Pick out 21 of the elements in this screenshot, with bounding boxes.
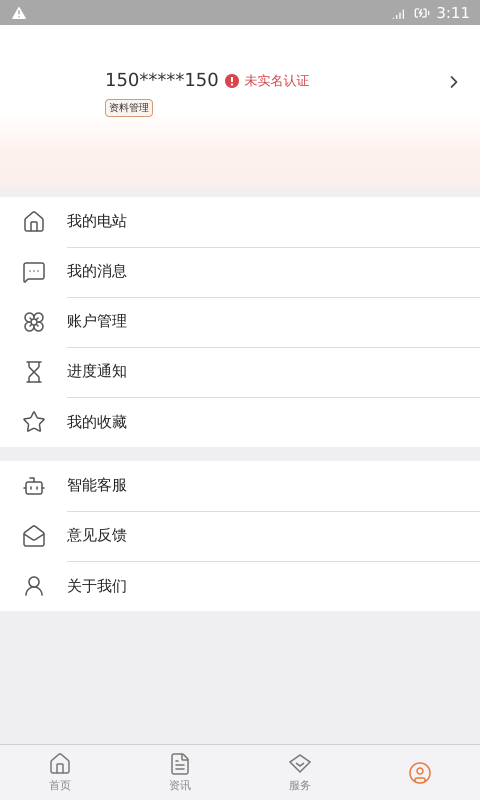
envelope-icon [22,524,46,548]
menu-item[interactable]: 账户管理 [67,312,127,331]
menu-item[interactable]: 我的电站 [67,212,127,231]
profile-tag[interactable]: 资料管理 [105,99,153,117]
house-icon [22,210,46,234]
menu-item[interactable]: 我的消息 [67,262,127,281]
chat-bubble-icon [22,260,46,284]
alert-icon [224,74,239,88]
menu-item[interactable]: 关于我们 [67,576,127,596]
user-icon [408,760,432,784]
menu-item[interactable]: 意见反馈 [67,526,127,545]
phone-number: 150*****150 [105,70,219,91]
menu-item[interactable]: 我的收藏 [67,412,127,432]
diamond-icon [288,752,312,776]
flower-icon [22,310,46,334]
menu-item[interactable]: 进度通知 [67,362,127,381]
home-icon [48,752,72,776]
status-time: 3:11 [436,4,470,22]
menu-item[interactable]: 智能客服 [67,476,127,495]
star-icon [22,410,46,434]
verification-status[interactable]: 未实名认证 [244,72,310,90]
